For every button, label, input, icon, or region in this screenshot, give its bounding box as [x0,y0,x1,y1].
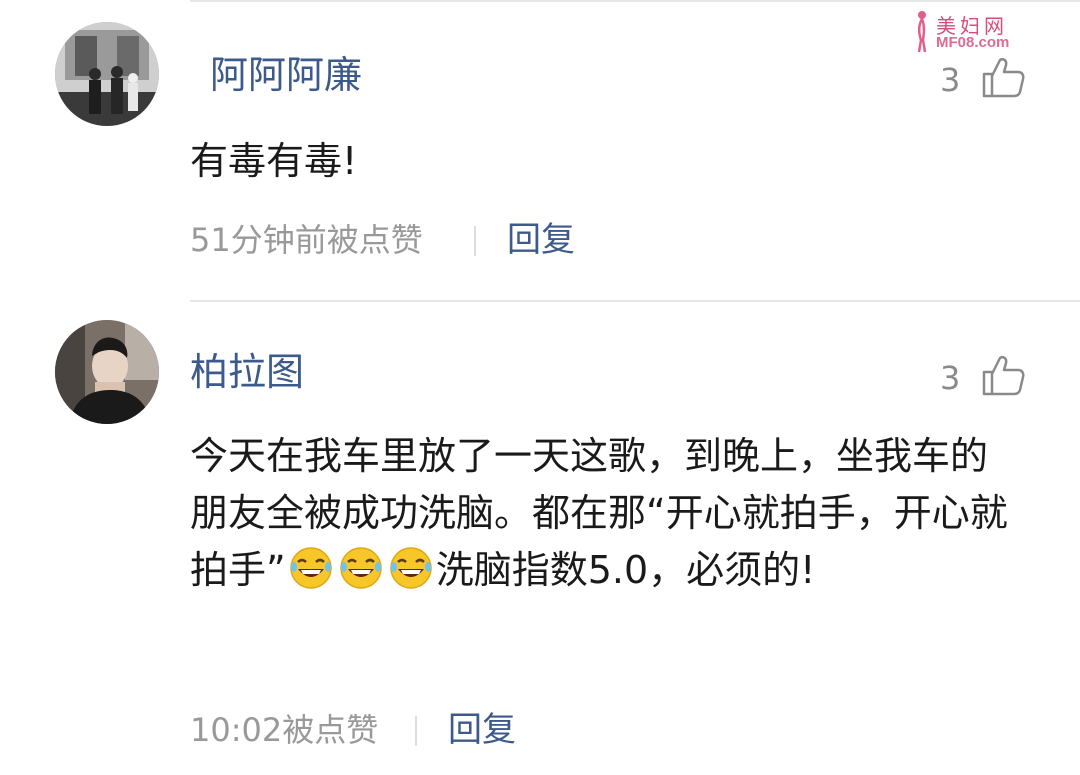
avatar[interactable] [55,22,159,126]
comment-meta: 51分钟前被点赞 [190,221,423,259]
watermark-figure-icon [917,11,927,53]
laughing-tears-emoji-icon [289,547,332,589]
laughing-tears-emoji-icon [389,547,432,589]
reply-button[interactable]: 回复 [507,223,575,257]
avatar-photo-icon [55,320,159,424]
watermark-url: MF08.com [936,34,1010,51]
comment-text: 今天在我车里放了一天这歌，到晚上，坐我车的朋友全被成功洗脑。都在那“开心就拍手，… [190,428,1020,599]
thumbs-up-icon [982,57,1025,98]
watermark-logo: 美妇网 MF08.com [910,8,1030,56]
top-divider [190,0,1080,2]
comment-divider [190,300,1080,302]
username[interactable]: 阿阿阿廉 [210,56,362,94]
comment-meta: 10:02被点赞 [190,711,379,749]
like-count: 3 [940,61,961,99]
like-button[interactable]: 3 [940,54,1030,104]
reply-button[interactable]: 回复 [448,713,516,747]
thumbs-up-icon [982,355,1025,396]
avatar[interactable] [55,320,159,424]
meta-separator [474,226,476,256]
emoji-group [286,547,436,592]
meta-separator [415,716,417,746]
like-count: 3 [940,359,961,397]
comment-text: 有毒有毒! [190,139,358,183]
username[interactable]: 柏拉图 [190,353,304,391]
like-button[interactable]: 3 [940,352,1030,402]
avatar-photo-icon [55,22,159,126]
comment-text-part2: 洗脑指数5.0，必须的! [435,548,816,592]
laughing-tears-emoji-icon [339,547,382,589]
